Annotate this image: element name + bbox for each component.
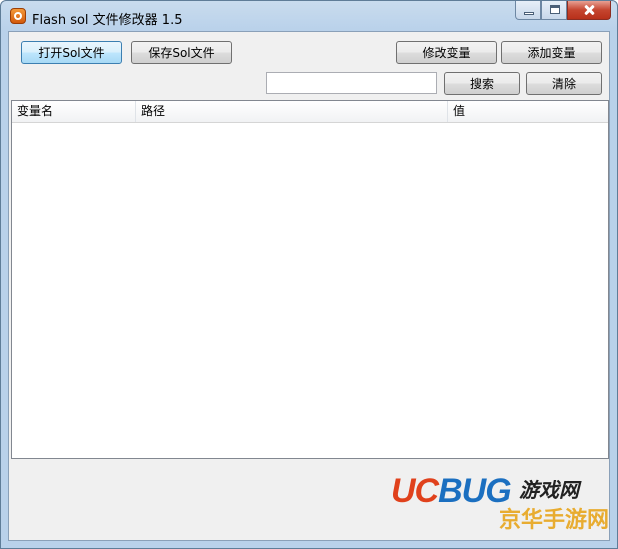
watermark-game-text: 游戏网 — [519, 478, 579, 502]
list-header: 变量名 路径 值 — [12, 101, 608, 123]
window-title: Flash sol 文件修改器 1.5 — [32, 13, 183, 28]
watermark-logo: UCBUG — [391, 472, 512, 511]
main-window: Flash sol 文件修改器 1.5 打开Sol文件 保存Sol文件 修改变量… — [0, 0, 618, 549]
maximize-button[interactable] — [541, 1, 567, 20]
window-controls — [515, 1, 611, 21]
column-header-value[interactable]: 值 — [448, 101, 608, 122]
title-bar[interactable]: Flash sol 文件修改器 1.5 — [1, 1, 617, 31]
modify-variable-button[interactable]: 修改变量 — [396, 41, 497, 64]
client-area: 打开Sol文件 保存Sol文件 修改变量 添加变量 搜索 清除 变量名 路径 值… — [8, 31, 610, 541]
open-sol-file-button[interactable]: 打开Sol文件 — [21, 41, 122, 64]
search-input[interactable] — [266, 72, 437, 94]
close-button[interactable] — [567, 1, 611, 20]
save-sol-file-button[interactable]: 保存Sol文件 — [131, 41, 232, 64]
column-header-name[interactable]: 变量名 — [12, 101, 136, 122]
variable-list[interactable]: 变量名 路径 值 — [11, 100, 609, 459]
search-button[interactable]: 搜索 — [444, 72, 520, 95]
clear-button[interactable]: 清除 — [526, 72, 602, 95]
column-header-path[interactable]: 路径 — [136, 101, 448, 122]
app-icon[interactable] — [10, 8, 26, 24]
site-watermark: UCBUG 游戏网 京华手游网 — [391, 470, 609, 534]
watermark-site-name: 京华手游网 — [499, 508, 610, 533]
watermark-uc: UC — [391, 472, 439, 510]
minimize-button[interactable] — [515, 1, 541, 20]
add-variable-button[interactable]: 添加变量 — [501, 41, 602, 64]
